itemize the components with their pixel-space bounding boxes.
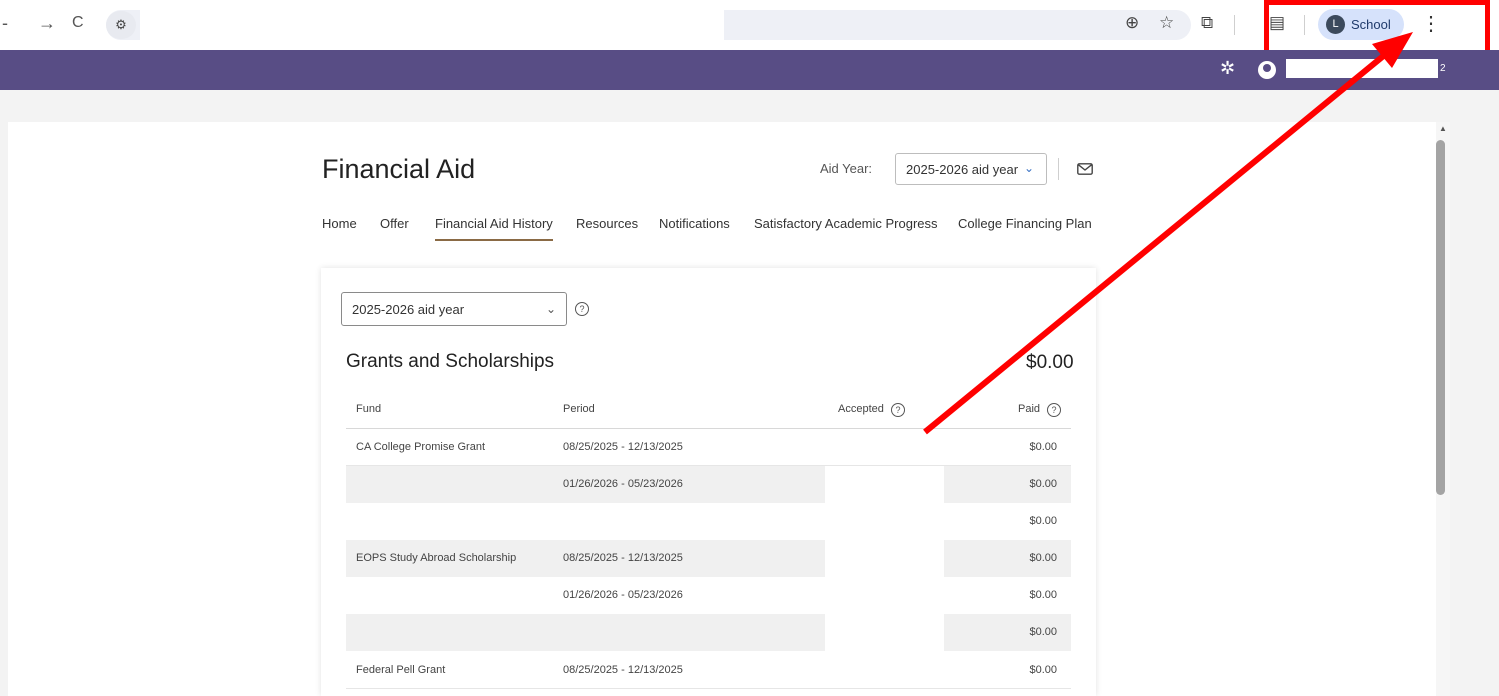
card-aid-year-select[interactable]: 2025-2026 aid year ⌄ (341, 292, 567, 326)
period-cell: 01/26/2026 - 05/23/2026 (563, 478, 683, 490)
bookmark-star-icon[interactable]: ☆ (1159, 12, 1174, 34)
fund-cell: CA College Promise Grant (356, 441, 485, 453)
aid-year-select[interactable]: 2025-2026 aid year ⌄ (895, 153, 1047, 185)
extensions-icon[interactable]: ⧉ (1201, 12, 1213, 34)
user-name-suffix: 2 (1440, 63, 1446, 74)
user-name-redacted (1286, 59, 1438, 78)
table-row: 01/26/2026 - 05/23/2026 $0.00 (346, 577, 1071, 614)
site-info-icon[interactable]: ⚙ (106, 11, 136, 39)
paid-cell: $0.00 (1029, 552, 1057, 564)
paid-cell: $0.00 (1029, 478, 1057, 490)
paid-cell: $0.00 (1029, 515, 1057, 527)
period-cell: 08/25/2025 - 12/13/2025 (563, 664, 683, 676)
help-icon[interactable]: ? (891, 403, 905, 417)
user-avatar-icon[interactable] (1258, 61, 1276, 79)
header-divider (1058, 158, 1059, 180)
row-divider (346, 688, 1071, 689)
card-aid-year-value: 2025-2026 aid year (352, 302, 465, 317)
period-cell: 01/26/2026 - 05/23/2026 (563, 589, 683, 601)
tab-notifications[interactable]: Notifications (659, 216, 730, 231)
table-row: $0.00 (346, 614, 1071, 651)
scroll-up-arrow-icon[interactable]: ▲ (1436, 124, 1450, 133)
forward-icon[interactable]: → (38, 14, 56, 32)
paid-cell: $0.00 (1029, 626, 1057, 638)
help-icon[interactable]: ? (1047, 403, 1061, 417)
aid-history-card: 2025-2026 aid year ⌄ ? Grants and Schola… (321, 268, 1096, 696)
chevron-down-icon: ⌄ (1024, 161, 1035, 175)
tab-resources[interactable]: Resources (576, 216, 638, 231)
column-header-accepted: Accepted (838, 403, 884, 415)
zoom-icon[interactable]: ⊕ (1125, 12, 1139, 34)
aid-year-select-value: 2025-2026 aid year (906, 162, 1019, 177)
tab-satisfactory-academic-progress[interactable]: Satisfactory Academic Progress (754, 216, 938, 231)
paid-cell: $0.00 (1029, 441, 1057, 453)
tab-offer[interactable]: Offer (380, 216, 409, 231)
section-total: $0.00 (1026, 352, 1074, 373)
reload-icon[interactable]: C (72, 14, 84, 32)
table-row: 01/26/2026 - 05/23/2026 $0.00 (346, 466, 1071, 503)
chevron-down-icon: ⌄ (546, 302, 557, 316)
table-row: EOPS Study Abroad Scholarship 08/25/2025… (346, 540, 1071, 577)
paid-cell: $0.00 (1029, 664, 1057, 676)
aid-year-label: Aid Year: (820, 161, 873, 176)
column-header-fund: Fund (356, 403, 382, 415)
table-row: $0.00 (346, 503, 1071, 540)
back-icon[interactable]: - (2, 14, 8, 32)
scrollbar-thumb[interactable] (1436, 140, 1445, 495)
table-row: Federal Pell Grant 08/25/2025 - 12/13/20… (346, 652, 1071, 689)
tab-college-financing-plan[interactable]: College Financing Plan (958, 216, 1092, 231)
period-cell: 08/25/2025 - 12/13/2025 (563, 552, 683, 564)
fund-cell: EOPS Study Abroad Scholarship (356, 552, 517, 564)
app-header-bar: ✲ 2 (0, 50, 1499, 90)
help-icon[interactable]: ? (575, 302, 589, 316)
period-cell: 08/25/2025 - 12/13/2025 (563, 441, 683, 453)
paid-cell: $0.00 (1029, 589, 1057, 601)
tab-financial-aid-history[interactable]: Financial Aid History (435, 216, 553, 241)
tab-home[interactable]: Home (322, 216, 357, 231)
settings-gear-icon[interactable]: ✲ (1220, 58, 1235, 79)
column-header-period: Period (563, 403, 595, 415)
section-title: Grants and Scholarships (346, 351, 555, 372)
mail-icon[interactable] (1077, 163, 1093, 175)
address-bar-redacted[interactable] (140, 10, 724, 40)
table-row: CA College Promise Grant 08/25/2025 - 12… (346, 429, 1071, 466)
toolbar-separator (1234, 15, 1235, 35)
fund-cell: Federal Pell Grant (356, 664, 446, 676)
column-header-paid: Paid (1018, 403, 1041, 415)
page-title: Financial Aid (322, 154, 476, 184)
